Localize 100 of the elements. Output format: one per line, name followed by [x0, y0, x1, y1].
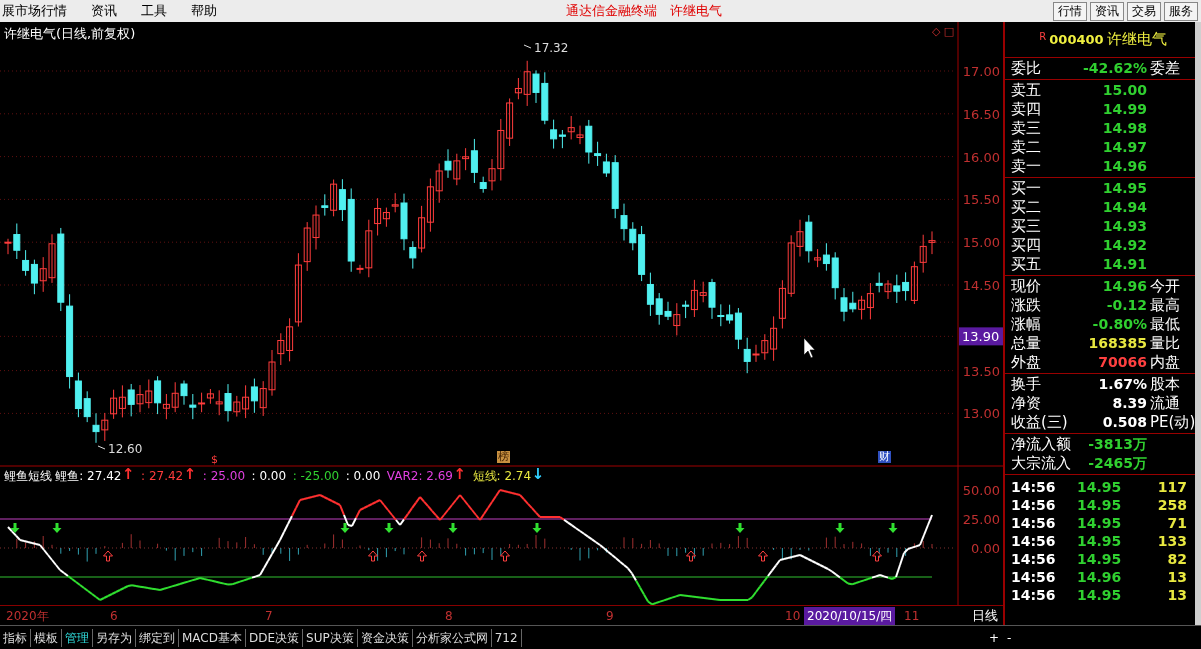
quote-value: 168385: [1087, 334, 1147, 353]
down-arrow-icon: [340, 523, 350, 533]
flag-label: R: [1039, 30, 1047, 44]
toolbar-button[interactable]: 资讯: [1089, 1, 1124, 21]
axis-label: 17.00: [962, 64, 1000, 79]
trade-price: 14.95: [1076, 477, 1123, 497]
quote-label: 买三: [1010, 216, 1042, 238]
chart-title: 许继电气(日线,前复权): [4, 25, 136, 43]
quote-value: 14.94: [1101, 198, 1147, 217]
indicator-arrow: ↑: [183, 467, 197, 485]
indicator-arrow: ↑: [121, 467, 135, 485]
axis-label: 16.00: [962, 149, 1000, 165]
quote-value: 1.67%: [1097, 375, 1147, 394]
quote-label: 净资: [1010, 393, 1042, 415]
quote-value: -3813万: [1087, 435, 1147, 454]
down-arrow-icon: [384, 523, 394, 533]
date-label: 10: [785, 607, 801, 625]
date-label: 8: [445, 607, 453, 625]
stock-name: 许继电气: [1106, 29, 1167, 51]
quote-label: 今开: [1149, 276, 1180, 297]
trade-volume: 258: [1156, 495, 1187, 515]
up-arrow-icon: [368, 550, 378, 562]
stock-code: 000400: [1049, 30, 1104, 49]
date-label: 11: [904, 607, 920, 625]
quote-value: 14.92: [1101, 236, 1147, 255]
quote-label: 量比: [1149, 333, 1180, 354]
formula-tab[interactable]: 管理: [62, 628, 93, 647]
quote-value: 14.95: [1101, 179, 1147, 198]
event-marker: $: [210, 454, 219, 466]
toolbar-button[interactable]: 交易: [1126, 1, 1161, 21]
axis-label: 13.00: [962, 406, 1000, 422]
quote-value: 0.508: [1101, 413, 1147, 432]
menu-item[interactable]: 工具: [139, 1, 177, 21]
formula-tab[interactable]: 模板: [31, 628, 62, 647]
date-label: 6: [110, 607, 118, 625]
axis-label: 50.00: [962, 483, 1000, 498]
trade-time: 14:56: [1010, 549, 1057, 569]
axis-label: 13.50: [962, 363, 1000, 379]
trade-price: 14.95: [1076, 549, 1123, 569]
trade-time: 14:56: [1010, 513, 1057, 533]
quote-label: 买一: [1010, 178, 1042, 200]
trade-price: 14.96: [1076, 567, 1123, 587]
quote-label: 现价: [1010, 276, 1042, 297]
quote-label: 买四: [1010, 235, 1042, 257]
menu-item[interactable]: 帮助: [189, 1, 227, 21]
quote-label: 换手: [1010, 374, 1042, 396]
trade-volume: 13: [1166, 585, 1187, 605]
quote-label: 最低: [1149, 314, 1180, 335]
toolbar-button[interactable]: 服务: [1163, 1, 1198, 21]
date-cursor-label: 2020/10/15/四: [804, 606, 896, 625]
quote-label: 卖一: [1010, 156, 1042, 178]
menu-item[interactable]: 展市场行情: [0, 1, 77, 21]
event-marker: 财: [878, 451, 891, 463]
formula-tab[interactable]: 绑定到: [136, 628, 179, 647]
up-arrow-icon: [500, 550, 510, 562]
axis-label: 14.50: [962, 278, 1000, 293]
trade-time: 14:56: [1010, 477, 1057, 497]
trade-price: 14.95: [1076, 495, 1123, 515]
quote-value: 14.93: [1101, 217, 1147, 236]
quote-label: 买二: [1010, 197, 1042, 219]
quote-label: 股本: [1149, 374, 1180, 395]
formula-tab[interactable]: SUP决策: [303, 628, 358, 647]
quote-label: 最高: [1149, 295, 1180, 317]
trade-time: 14:56: [1010, 531, 1057, 551]
trade-volume: 13: [1166, 567, 1187, 587]
quote-label: 总量: [1010, 333, 1042, 355]
down-arrow-icon: [888, 523, 898, 533]
quote-value: 8.39: [1111, 394, 1147, 413]
down-arrow-icon: [52, 523, 62, 533]
axis-label: 25.00: [962, 512, 1000, 527]
trade-price: 14.95: [1076, 531, 1123, 551]
trade-volume: 117: [1156, 477, 1187, 497]
quote-value: -2465万: [1087, 454, 1147, 473]
date-label: 7: [265, 607, 273, 625]
menu-item[interactable]: 资讯: [89, 1, 127, 21]
quote-value: -42.62%: [1081, 59, 1147, 78]
down-arrow-icon: [735, 523, 745, 533]
formula-tab[interactable]: 指标: [0, 628, 31, 647]
quote-value: 14.99: [1101, 100, 1147, 119]
quote-label: 涨幅: [1010, 314, 1042, 336]
up-arrow-icon: [686, 550, 696, 562]
quote-value: 15.00: [1101, 81, 1147, 100]
indicator-value: : 25.00: [202, 468, 246, 485]
quote-value: 14.96: [1101, 157, 1147, 176]
axis-label: 15.50: [962, 192, 1000, 208]
window-title: 通达信金融终端: [566, 2, 658, 21]
chart-corner-button[interactable]: □: [943, 24, 955, 41]
period-label[interactable]: 日线: [972, 605, 998, 626]
quote-label: 卖三: [1010, 118, 1042, 139]
quote-label: 委比: [1010, 58, 1042, 80]
trade-volume: 71: [1166, 513, 1187, 533]
chart-corner-button[interactable]: ◇: [932, 24, 941, 41]
trade-volume: 133: [1156, 531, 1187, 551]
event-marker: 榜: [497, 451, 510, 463]
trade-price: 14.95: [1076, 513, 1123, 533]
quote-label: 内盘: [1149, 352, 1180, 374]
quote-label: 卖四: [1010, 99, 1042, 120]
date-label: 9: [606, 607, 614, 625]
toolbar-button[interactable]: 行情: [1052, 1, 1087, 21]
quote-label: 外盘: [1010, 352, 1042, 374]
